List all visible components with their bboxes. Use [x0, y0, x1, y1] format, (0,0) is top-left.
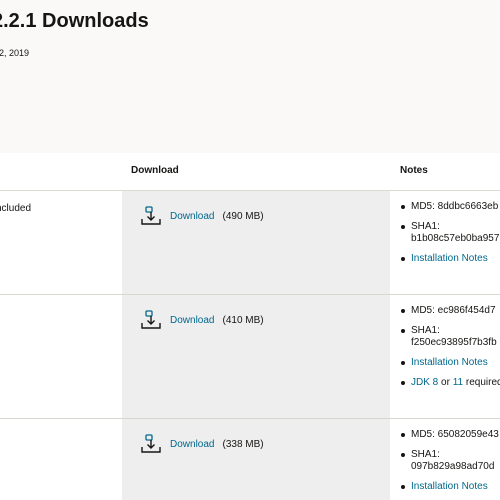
notes-cell: MD5: 65082059e43 SHA1: 097b829a98ad70d I…: [390, 419, 500, 500]
description-cell: [0, 295, 122, 418]
table-header: Download Notes: [0, 153, 500, 191]
download-cell: Download (338 MB): [122, 419, 390, 500]
download-cell: Download (410 MB): [122, 295, 390, 418]
sha1-label: SHA1:: [411, 449, 440, 460]
download-link[interactable]: Download: [170, 211, 214, 222]
download-cell: Download (490 MB): [122, 191, 390, 294]
notes-cell: MD5: ec986f454d7 SHA1: f250ec93895f7b3fb…: [390, 295, 500, 418]
sha1-checksum: SHA1: 097b829a98ad70d: [400, 449, 500, 473]
file-size: (490 MB): [222, 210, 264, 222]
installation-notes-item: Installation Notes: [400, 357, 500, 369]
downloads-table: Download Notes ncluded Download (490 MB): [0, 153, 500, 500]
sha1-value: 097b829a98ad70d: [411, 461, 495, 472]
md5-checksum: MD5: ec986f454d7: [400, 305, 500, 317]
installation-notes-item: Installation Notes: [400, 253, 500, 265]
download-link[interactable]: Download: [170, 315, 214, 326]
column-header-download: Download: [131, 165, 179, 176]
md5-text: MD5: 8ddbc6663eb: [411, 201, 499, 212]
table-row: Download (410 MB) MD5: ec986f454d7 SHA1:…: [0, 295, 500, 419]
description-cell: [0, 419, 122, 500]
sha1-checksum: SHA1: f250ec93895f7b3fb: [400, 325, 500, 349]
column-header-notes: Notes: [400, 165, 428, 176]
installation-notes-item: Installation Notes: [400, 481, 500, 493]
md5-text: MD5: ec986f454d7: [411, 305, 496, 316]
sha1-value: b1b08c57eb0ba957: [411, 233, 500, 244]
sha1-label: SHA1:: [411, 221, 440, 232]
download-icon[interactable]: [140, 310, 162, 330]
page-title: 2.2.1 Downloads: [0, 10, 149, 32]
md5-checksum: MD5: 8ddbc6663eb: [400, 201, 500, 213]
md5-checksum: MD5: 65082059e43: [400, 429, 500, 441]
sha1-checksum: SHA1: b1b08c57eb0ba957: [400, 221, 500, 245]
description-cell: ncluded: [0, 191, 122, 294]
jdk11-link[interactable]: 11: [453, 377, 463, 388]
jdk-or-text: or: [441, 377, 450, 388]
jdk-required-text: required: [465, 377, 500, 388]
table-row: Download (338 MB) MD5: 65082059e43 SHA1:…: [0, 419, 500, 500]
installation-notes-link[interactable]: Installation Notes: [411, 481, 488, 492]
notes-list: MD5: 65082059e43 SHA1: 097b829a98ad70d I…: [400, 429, 500, 500]
release-date: 12, 2019: [0, 48, 30, 58]
download-entry: Download (338 MB): [140, 434, 264, 454]
table-row: ncluded Download (490 MB) MD5: 8ddbc6663…: [0, 191, 500, 295]
installation-notes-link[interactable]: Installation Notes: [411, 253, 488, 264]
installation-notes-link[interactable]: Installation Notes: [411, 357, 488, 368]
sha1-label: SHA1:: [411, 325, 440, 336]
jdk-requirement: JDK 8 or 11 required: [400, 377, 500, 389]
download-icon[interactable]: [140, 434, 162, 454]
download-icon[interactable]: [140, 206, 162, 226]
notes-list: MD5: ec986f454d7 SHA1: f250ec93895f7b3fb…: [400, 305, 500, 397]
file-size: (338 MB): [222, 438, 264, 450]
download-entry: Download (410 MB): [140, 310, 264, 330]
page-header: 2.2.1 Downloads 12, 2019: [0, 0, 500, 153]
download-link[interactable]: Download: [170, 439, 214, 450]
description-text: ncluded: [0, 203, 32, 214]
md5-text: MD5: 65082059e43: [411, 429, 499, 440]
file-size: (410 MB): [222, 314, 264, 326]
download-entry: Download (490 MB): [140, 206, 264, 226]
jdk8-link[interactable]: JDK 8: [411, 377, 438, 388]
notes-cell: MD5: 8ddbc6663eb SHA1: b1b08c57eb0ba957 …: [390, 191, 500, 294]
notes-list: MD5: 8ddbc6663eb SHA1: b1b08c57eb0ba957 …: [400, 201, 500, 273]
sha1-value: f250ec93895f7b3fb: [411, 337, 497, 348]
